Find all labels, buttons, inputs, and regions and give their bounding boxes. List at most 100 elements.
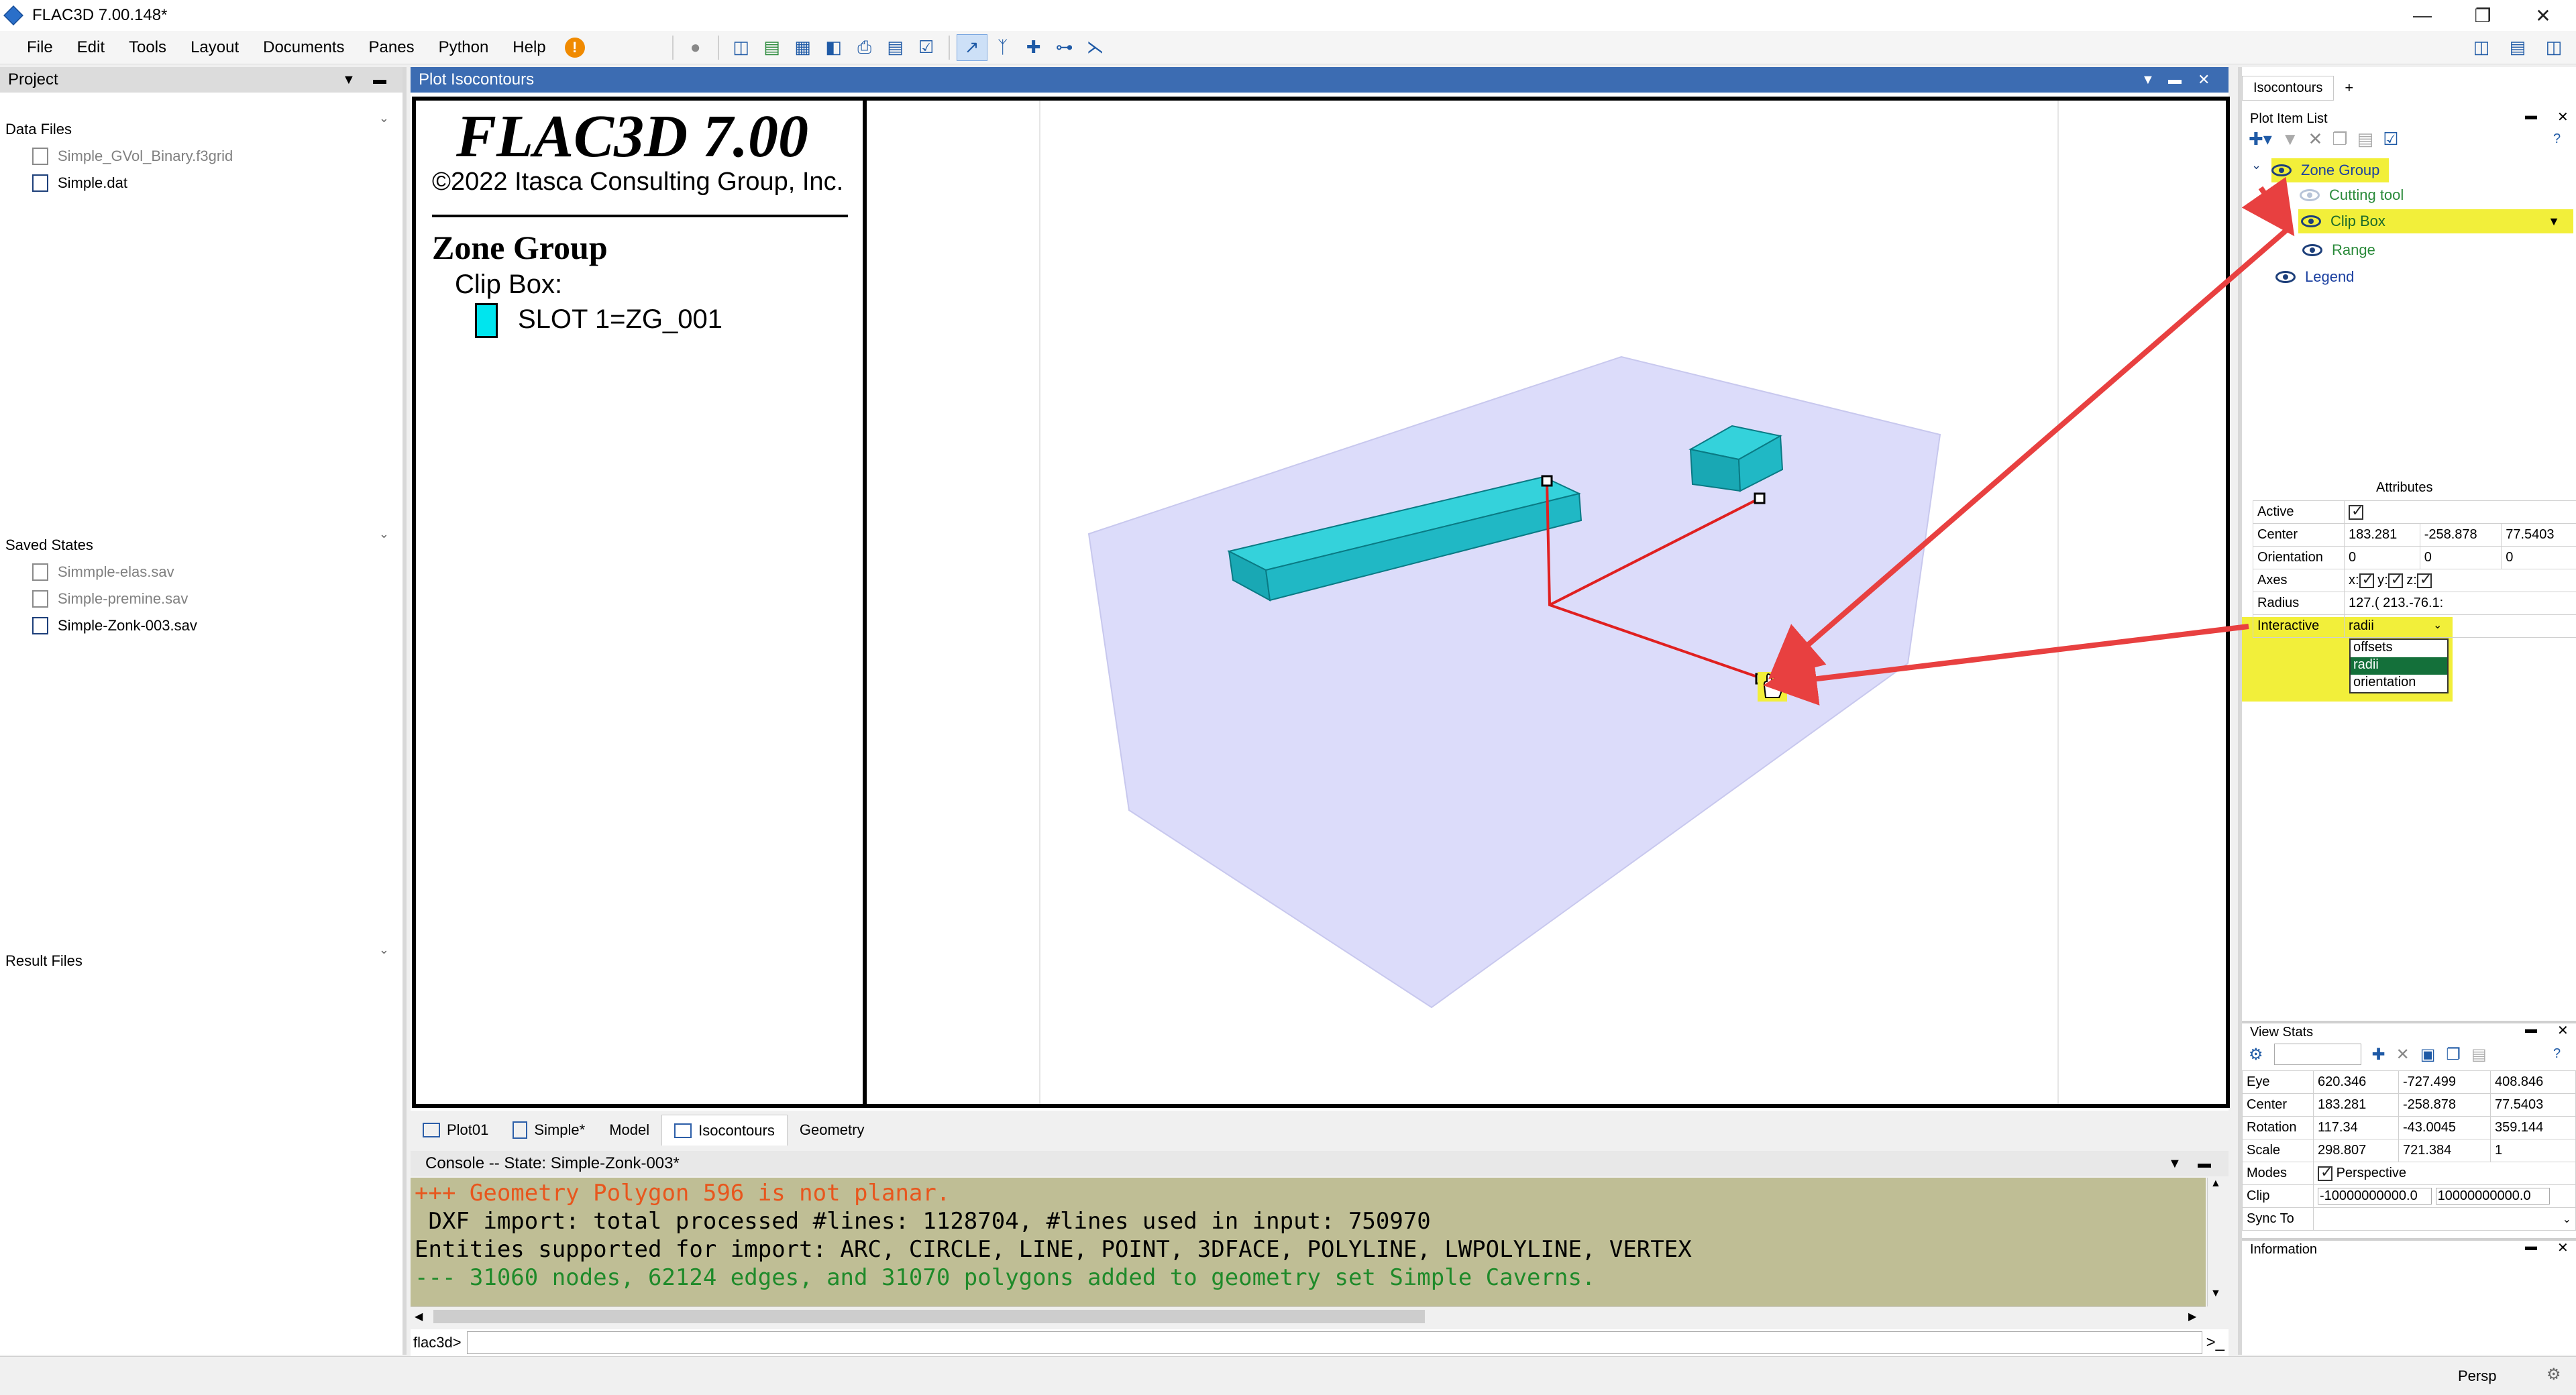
list-item[interactable]: Simple-premine.sav [32,590,188,608]
axis-y-checkbox[interactable] [2387,571,2403,588]
print-icon[interactable]: ⎙ [849,34,880,61]
warning-icon[interactable]: ! [564,37,585,58]
chevron-down-icon[interactable]: ⌄ [2433,618,2442,632]
delete-icon[interactable]: ✕ [2396,1045,2410,1064]
chevron-down-icon[interactable]: ▼ [342,72,356,88]
layout-left-icon[interactable]: ◫ [2466,34,2497,60]
scroll-thumb[interactable] [433,1310,1425,1323]
paste-icon[interactable]: ▤ [2471,1045,2487,1064]
interactive-dropdown[interactable]: offsets radii orientation [2349,638,2449,693]
center-z[interactable]: 77.5403 [2501,523,2576,547]
new-plot-icon[interactable]: ◫ [726,34,757,61]
active-checkbox[interactable] [2349,502,2363,520]
layout-right-icon[interactable]: ◫ [2538,34,2569,60]
list-item[interactable]: Simple_GVol_Binary.f3grid [32,148,233,165]
axis-x-checkbox[interactable] [2359,571,2374,588]
tab-simple[interactable]: Simple* [500,1115,597,1146]
menu-tools[interactable]: Tools [117,38,178,57]
eye-y[interactable]: -727.499 [2398,1070,2491,1094]
center-y[interactable]: -258.878 [2419,523,2502,547]
tree-item-cutting-tool[interactable]: Cutting tool [2300,186,2404,204]
chevron-down-icon[interactable]: ⌄ [379,943,389,957]
visibility-icon[interactable] [2300,189,2320,201]
scroll-down-icon[interactable]: ▼ [2210,1288,2221,1300]
float-panel-icon[interactable]: ▬ [2168,72,2182,88]
visibility-icon[interactable] [2271,164,2292,176]
export-plot-icon[interactable]: ▤ [757,34,788,61]
center-y[interactable]: -258.878 [2398,1093,2491,1117]
run-command-button[interactable]: >_ [2206,1333,2224,1352]
paste-icon[interactable]: ▤ [2357,129,2374,150]
chevron-down-icon[interactable]: ⌄ [2251,158,2261,172]
filter-icon[interactable]: ▼ [2282,129,2299,150]
console-output[interactable]: +++ Geometry Polygon 596 is not planar. … [411,1178,2206,1306]
chevron-down-icon[interactable]: ▼ [2141,72,2155,88]
branch-tool-icon[interactable]: ᛉ [987,34,1018,61]
tab-plot01[interactable]: Plot01 [411,1115,500,1146]
scale-c[interactable]: 1 [2489,1139,2576,1162]
eye-z[interactable]: 408.846 [2489,1070,2576,1094]
list-item[interactable]: Simple-Zonk-003.sav [32,617,197,634]
clip-near-input[interactable]: -10000000000.0 [2318,1188,2432,1205]
interactive-select[interactable]: radii [2349,618,2374,633]
tab-isocontours-control[interactable]: Isocontours [2242,75,2334,101]
menu-documents[interactable]: Documents [251,38,356,57]
radius-value[interactable]: 127.( 213.-76.1: [2344,592,2576,615]
float-panel-icon[interactable]: ▬ [2525,109,2537,123]
rotation-y[interactable]: -43.0045 [2398,1116,2491,1139]
menu-layout[interactable]: Layout [178,38,251,57]
add-tab-button[interactable]: + [2334,75,2364,101]
menu-help[interactable]: Help [500,38,557,57]
copy-icon[interactable]: ❐ [2446,1045,2461,1064]
add-view-icon[interactable]: ✚ [2372,1045,2385,1064]
float-panel-icon[interactable]: ▬ [2198,1156,2211,1172]
tree-item-zone-group[interactable]: Zone Group [2271,158,2390,182]
scale-a[interactable]: 298.807 [2313,1139,2399,1162]
menu-python[interactable]: Python [427,38,501,57]
checkbox-tool-icon[interactable]: ☑ [911,34,942,61]
scroll-up-icon[interactable]: ▲ [2210,1178,2221,1190]
visibility-icon[interactable] [2275,271,2296,283]
float-panel-icon[interactable]: ▬ [373,72,386,88]
option-offsets[interactable]: offsets [2351,640,2447,657]
node-tool-icon[interactable]: ⋋ [1080,34,1111,61]
chevron-down-icon[interactable]: ▼ [2548,215,2560,229]
tab-isocontours[interactable]: Isocontours [661,1115,788,1146]
copy-icon[interactable]: ❐ [2332,129,2347,150]
center-x[interactable]: 183.281 [2344,523,2420,547]
restore-button[interactable]: ❐ [2453,0,2513,31]
menu-panes[interactable]: Panes [357,38,427,57]
axis-z-checkbox[interactable] [2416,571,2432,588]
settings-icon[interactable]: ⚙ [2546,1365,2561,1384]
chevron-down-icon[interactable]: ▼ [2168,1156,2182,1172]
perspective-checkbox[interactable] [2318,1164,2332,1181]
link-tool-icon[interactable]: ⊶ [1049,34,1080,61]
chevron-down-icon[interactable]: ⌄ [379,527,389,541]
minimize-button[interactable]: — [2392,0,2453,31]
menu-edit[interactable]: Edit [65,38,117,57]
plot-items-icon[interactable]: ▦ [788,34,818,61]
plot-legend[interactable]: FLAC3D 7.00 ©2022 Itasca Consulting Grou… [416,101,867,1104]
eye-x[interactable]: 620.346 [2313,1070,2399,1094]
close-window-button[interactable]: ✕ [2513,0,2573,31]
float-panel-icon[interactable]: ▬ [2525,1239,2537,1253]
orientation-b[interactable]: 0 [2419,546,2502,569]
center-x[interactable]: 183.281 [2313,1093,2399,1117]
list-item[interactable]: Simmple-elas.sav [32,563,174,581]
select-tool-icon[interactable]: ↗ [956,34,987,61]
rotation-x[interactable]: 117.34 [2313,1116,2399,1139]
list-item[interactable]: Simple.dat [32,174,127,192]
orientation-a[interactable]: 0 [2344,546,2420,569]
tree-item-legend[interactable]: Legend [2275,268,2354,286]
visibility-icon[interactable] [2302,244,2322,256]
clip-far-input[interactable]: 10000000000.0 [2435,1188,2550,1205]
scale-b[interactable]: 721.384 [2398,1139,2491,1162]
check-all-icon[interactable]: ☑ [2383,129,2398,150]
close-icon[interactable]: ✕ [2557,1239,2569,1256]
center-z[interactable]: 77.5403 [2489,1093,2576,1117]
orientation-c[interactable]: 0 [2501,546,2576,569]
close-icon[interactable]: ✕ [2557,109,2569,125]
tab-geometry[interactable]: Geometry [788,1115,877,1146]
split-view-icon[interactable]: ◧ [818,34,849,61]
scroll-left-icon[interactable]: ◀ [415,1310,423,1323]
